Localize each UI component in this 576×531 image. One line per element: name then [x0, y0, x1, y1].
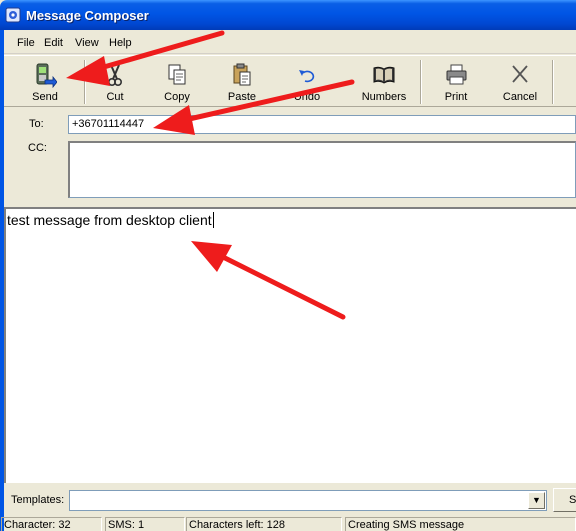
- send-icon: [36, 63, 57, 88]
- to-label: To:: [29, 118, 44, 130]
- cancel-button[interactable]: Cancel: [492, 59, 548, 105]
- paste-button[interactable]: Paste: [214, 59, 270, 105]
- scissors-icon: [108, 64, 123, 86]
- status-character-count: Character: 32: [1, 517, 102, 531]
- address-area: To: +36701114447 CC:: [4, 108, 576, 204]
- send-label: Send: [32, 91, 58, 103]
- cc-field[interactable]: [68, 141, 576, 198]
- menu-help[interactable]: Help: [109, 37, 132, 49]
- window-title: Message Composer: [26, 8, 149, 23]
- paste-label: Paste: [227, 91, 257, 103]
- app-icon: [5, 7, 21, 23]
- cc-label: CC:: [28, 142, 47, 154]
- status-sms-count: SMS: 1: [105, 517, 185, 531]
- toolbar: Send Cut Copy Paste Undo Numbers Print C…: [4, 55, 576, 107]
- status-bar: Character: 32 SMS: 1 Characters left: 12…: [1, 516, 576, 531]
- menu-view[interactable]: View: [75, 37, 99, 49]
- print-label: Print: [444, 91, 468, 103]
- menu-file[interactable]: File: [17, 37, 35, 49]
- templates-label: Templates:: [11, 494, 65, 506]
- undo-label: Undo: [293, 91, 321, 103]
- status-chars-left: Characters left: 128: [186, 517, 342, 531]
- status-state: Creating SMS message: [345, 517, 576, 531]
- title-bar[interactable]: Message Composer: [0, 0, 576, 30]
- cut-label: Cut: [106, 91, 124, 103]
- undo-button[interactable]: Undo: [280, 59, 334, 105]
- copy-icon: [168, 64, 186, 85]
- templates-dropdown[interactable]: ▼: [69, 490, 547, 511]
- menu-bar: File Edit View Help: [4, 34, 576, 54]
- numbers-label: Numbers: [361, 91, 407, 103]
- templates-row: Templates: ▼ S: [4, 486, 576, 514]
- print-button[interactable]: Print: [428, 59, 484, 105]
- menu-edit[interactable]: Edit: [44, 37, 63, 49]
- message-content: test message from desktop client: [7, 212, 212, 228]
- toolbar-separator: [84, 60, 86, 104]
- send-button[interactable]: Send: [8, 59, 82, 105]
- message-text: test message from desktop client: [7, 212, 214, 228]
- to-field[interactable]: +36701114447: [68, 115, 576, 134]
- copy-button[interactable]: Copy: [150, 59, 204, 105]
- paste-icon: [233, 63, 251, 86]
- copy-label: Copy: [164, 91, 190, 103]
- text-caret: [212, 212, 214, 228]
- chevron-down-icon[interactable]: ▼: [528, 492, 545, 509]
- template-button[interactable]: S: [553, 488, 576, 512]
- toolbar-separator: [420, 60, 422, 104]
- numbers-button[interactable]: Numbers: [352, 59, 416, 105]
- close-icon: [512, 65, 528, 83]
- printer-icon: [446, 64, 467, 85]
- cancel-label: Cancel: [502, 91, 538, 103]
- cut-button[interactable]: Cut: [88, 59, 142, 105]
- undo-icon: [299, 70, 315, 83]
- phonebook-icon: [373, 66, 395, 84]
- toolbar-separator: [552, 60, 554, 104]
- message-editor[interactable]: test message from desktop client: [4, 207, 576, 483]
